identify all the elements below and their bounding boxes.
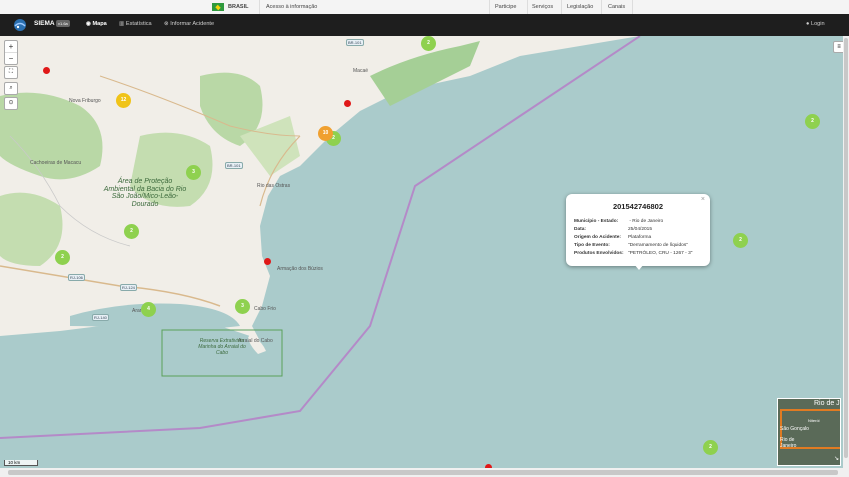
- scale-bar: 10 km: [4, 460, 38, 466]
- nav-mapa-label: Mapa: [92, 21, 107, 27]
- user-icon: ●: [806, 21, 810, 27]
- minimap-label: São Gonçalo: [780, 426, 809, 432]
- field-label: Data:: [574, 227, 586, 232]
- road-shield: BR-101: [346, 39, 364, 46]
- access-info-link[interactable]: Acesso à informação: [266, 4, 317, 10]
- legislacao-link[interactable]: Legislação: [567, 4, 593, 10]
- reserve-label: Reserva Extrativista Marinha do Arraial …: [198, 338, 246, 356]
- field-label: Produtos Envolvidos:: [574, 251, 624, 256]
- layers-icon[interactable]: ≡: [833, 41, 843, 53]
- place-label: Cabo Frio: [254, 306, 276, 312]
- locate-icon[interactable]: ⊙: [4, 97, 18, 110]
- road-shield: RJ-124: [120, 284, 137, 291]
- horizontal-scrollbar[interactable]: [0, 468, 849, 477]
- cluster-marker[interactable]: 4: [141, 302, 156, 317]
- field-value: Plataforma: [628, 235, 652, 240]
- cluster-marker[interactable]: 2: [733, 233, 748, 248]
- popup-field-data: Data: 25/04/2015: [574, 227, 652, 232]
- road-shield: RJ-140: [92, 314, 109, 321]
- fullscreen-icon[interactable]: ⛶: [4, 66, 18, 79]
- servicos-link[interactable]: Serviços: [532, 4, 553, 10]
- place-label: Nova Friburgo: [69, 98, 101, 104]
- popup-field-origem: Origem do Acidente: Plataforma: [574, 235, 651, 240]
- bar-chart-icon: ▥: [119, 21, 125, 27]
- minimap-toggle-icon[interactable]: ↘: [834, 455, 839, 462]
- divider: [601, 0, 602, 14]
- popup-tip: [634, 264, 644, 270]
- field-label: Tipo de Evento:: [574, 243, 610, 248]
- vertical-scrollbar[interactable]: [843, 36, 849, 468]
- popup-field-tipo: Tipo de Evento: "Derramamento de líquidos…: [574, 243, 688, 248]
- nav-informar-label: Informar Acidente: [170, 21, 215, 27]
- participe-link[interactable]: Participe: [495, 4, 516, 10]
- place-label: Macaé: [353, 68, 369, 74]
- nav-estatistica-label: Estatística: [125, 21, 152, 27]
- cluster-marker[interactable]: 10: [318, 126, 333, 141]
- accident-marker[interactable]: [43, 67, 50, 74]
- place-label: Cachoeiras de Macacu: [30, 160, 82, 166]
- accident-popup: × 201542746802 Município - Estado: - Rio…: [566, 194, 710, 270]
- cluster-marker[interactable]: 2: [55, 250, 70, 265]
- divider: [632, 0, 633, 14]
- globe-icon: ◉: [86, 21, 91, 27]
- field-value: "PETRÓLEO, CRU - 1267 - 3": [628, 251, 693, 256]
- cluster-marker[interactable]: 3: [235, 299, 250, 314]
- field-value: 25/04/2015: [628, 227, 653, 232]
- nav-informar-acidente[interactable]: ⊗ Informar Acidente: [164, 21, 214, 27]
- siema-logo-icon: [14, 19, 26, 31]
- place-label: Armação dos Búzios: [277, 266, 323, 272]
- road-shield: RJ-106: [68, 274, 85, 281]
- canais-link[interactable]: Canais: [608, 4, 625, 10]
- brazil-flag-icon: [212, 3, 224, 11]
- minimap-label: Niterói: [808, 418, 820, 423]
- place-label: Rio das Ostras: [257, 183, 291, 189]
- divider: [489, 0, 490, 14]
- nav-mapa[interactable]: ◉ Mapa: [86, 21, 107, 27]
- field-label: Município - Estado:: [574, 219, 619, 224]
- field-value: - Rio de Janeiro: [628, 219, 664, 224]
- zoom-out-button[interactable]: −: [5, 53, 17, 64]
- minimap-label: Rio de Janeiro: [780, 437, 797, 449]
- search-icon[interactable]: ⌕: [4, 82, 18, 95]
- cluster-marker[interactable]: 12: [116, 93, 131, 108]
- gov-brasil-link[interactable]: BRASIL: [228, 4, 248, 10]
- warning-icon: ⊗: [164, 21, 169, 27]
- version-badge: v1.6a: [56, 20, 70, 27]
- cluster-marker[interactable]: 2: [805, 114, 820, 129]
- scrollbar-thumb[interactable]: [844, 38, 848, 458]
- accident-marker[interactable]: [344, 100, 351, 107]
- accident-marker[interactable]: [264, 258, 271, 265]
- divider: [259, 0, 260, 14]
- popup-title: 201542746802: [612, 202, 664, 211]
- divider: [527, 0, 528, 14]
- protected-area-label: Área de Proteção Ambiental da Bacia do R…: [103, 178, 187, 208]
- login-label: Login: [810, 21, 825, 27]
- nav-estatistica[interactable]: ▥ Estatística: [119, 21, 152, 27]
- minimap-label: Rio de J: [814, 400, 840, 407]
- scrollbar-thumb[interactable]: [8, 470, 838, 475]
- zoom-in-button[interactable]: +: [5, 41, 17, 53]
- divider: [561, 0, 562, 14]
- popup-field-municipio: Município - Estado: - Rio de Janeiro: [574, 219, 663, 224]
- minimap[interactable]: Rio de J São Gonçalo Rio de Janeiro Nite…: [777, 398, 841, 466]
- road-shield: BR-101: [225, 162, 243, 169]
- zoom-control: + −: [4, 40, 18, 65]
- login-link[interactable]: ● Login: [806, 21, 825, 27]
- cluster-marker[interactable]: 2: [421, 36, 436, 51]
- cluster-marker[interactable]: 2: [703, 440, 718, 455]
- cluster-marker[interactable]: 3: [186, 165, 201, 180]
- gov-top-bar: BRASIL Acesso à informação Participe Ser…: [0, 0, 849, 15]
- brand-name[interactable]: SIEMA: [34, 20, 55, 27]
- cluster-marker[interactable]: 2: [124, 224, 139, 239]
- field-value: "Derramamento de líquidos": [628, 243, 688, 248]
- map-canvas[interactable]: Nova Friburgo Cachoeiras de Macacu Rio d…: [0, 36, 843, 468]
- field-label: Origem do Acidente:: [574, 235, 621, 240]
- main-navbar: SIEMA v1.6a ◉ Mapa ▥ Estatística ⊗ Infor…: [0, 14, 849, 36]
- popup-field-produtos: Produtos Envolvidos: "PETRÓLEO, CRU - 126…: [574, 251, 692, 256]
